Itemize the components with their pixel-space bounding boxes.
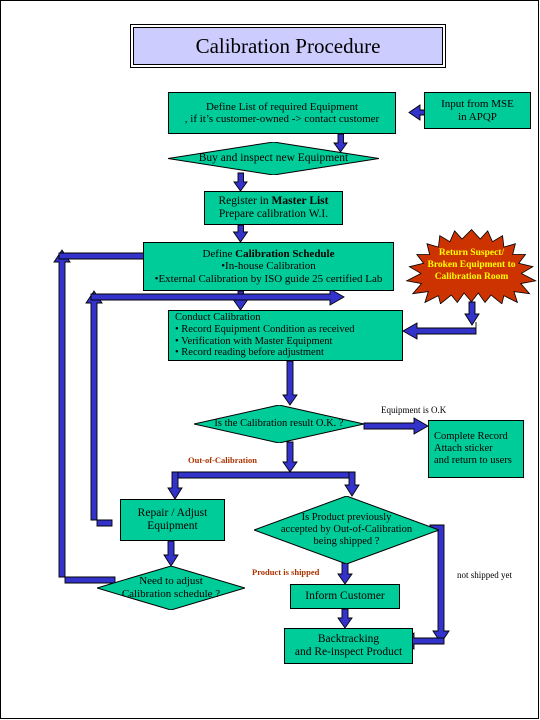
node-inform-customer[interactable]: Inform Customer [290, 584, 400, 609]
node-repair-line-0: Repair / Adjust [137, 507, 208, 520]
node-conduct-line-3: • Record reading before adjustment [175, 347, 324, 359]
node-decision-line-0: Is the Calibration result O.K. ? [214, 418, 344, 430]
flowchart-canvas: left into Define List --> [0, 0, 540, 720]
arrow-repair-to-conduct [85, 290, 113, 527]
node-define-list-line-1: , if it’s customer-owned -> contact cust… [184, 113, 380, 125]
edge-label-out-of-calibration: Out-of-Calibration [188, 455, 257, 465]
node-complete-line-2: and return to users [434, 454, 512, 466]
edge-label-not-shipped-yet: not shipped yet [457, 570, 512, 580]
node-schedule-line-2: •External Calibration by ISO guide 25 ce… [154, 272, 383, 285]
arrow-decision-down-ooc [282, 441, 298, 473]
node-schedule-line-1: •In-house Calibration [221, 260, 316, 273]
node-complete-line-0: Complete Record [434, 431, 508, 443]
node-conduct-line-1: • Record Equipment Condition as received [175, 323, 355, 335]
node-product-previously-shipped[interactable]: Is Product previously accepted by Out-of… [254, 496, 439, 564]
node-register-master-list[interactable]: Register in Master List Prepare calibrat… [204, 191, 343, 225]
node-define-list-line-0: Define List of required Equipment [205, 100, 359, 113]
node-return-suspect-equipment[interactable]: Return Suspect/ Broken Equipment to Cali… [404, 228, 539, 304]
arrow-conduct-to-decision [282, 360, 298, 406]
node-complete-line-1: Attach sticker [434, 443, 493, 455]
node-repair-adjust[interactable]: Repair / Adjust Equipment [120, 499, 225, 541]
arrow-decision-to-complete [363, 417, 429, 435]
node-burst-line-1: Broken Equipment to [427, 260, 516, 271]
node-need-adjust-text: Need to adjust Calibration schedule ? [97, 566, 245, 610]
arrow-repair-bus-top [90, 288, 345, 306]
page-title: Calibration Procedure [130, 24, 446, 68]
arrow-productdiamond-to-inform [337, 562, 353, 585]
node-input-mse-line-0: Input from MSE [441, 98, 514, 111]
node-product-line-1: accepted by Out-of-Calibration [280, 524, 413, 536]
node-product-line-0: Is Product previously [301, 512, 392, 524]
node-input-mse[interactable]: Input from MSE in APQP [424, 92, 531, 129]
node-product-line-2: being shipped ? [313, 535, 380, 547]
node-repair-line-1: Equipment [147, 520, 198, 532]
node-need-line-0: Need to adjust [139, 575, 203, 588]
node-define-calibration-schedule[interactable]: Define Calibration Schedule •In-house Ca… [143, 242, 394, 291]
node-burst-line-0: Return Suspect/ [438, 248, 505, 259]
arrow-buy-to-register [233, 172, 248, 192]
node-schedule-line-0: Define Calibration Schedule [202, 248, 335, 261]
edge-label-equipment-ok: Equipment is O.K [381, 405, 447, 415]
arrow-burst-left-to-conduct [402, 322, 477, 340]
node-decision-calibration-ok[interactable]: Is the Calibration result O.K. ? [194, 405, 364, 443]
node-need-line-1: Calibration schedule ? [121, 588, 221, 600]
node-conduct-line-0: Conduct Calibration [175, 312, 261, 323]
arrow-register-to-schedule [232, 224, 249, 243]
page-title-label: Calibration Procedure [195, 33, 381, 58]
node-return-suspect-text: Return Suspect/ Broken Equipment to Cali… [404, 228, 539, 304]
node-buy-inspect-text: Buy and inspect new Equipment [168, 142, 379, 175]
node-buy-line-0: Buy and inspect new Equipment [198, 151, 349, 164]
node-backtracking-line-1: and Re-inspect Product [294, 646, 403, 658]
node-register-line-0: Register in Master List [218, 195, 329, 208]
node-need-adjust-schedule[interactable]: Need to adjust Calibration schedule ? [97, 566, 245, 610]
node-inform-line-0: Inform Customer [305, 590, 385, 603]
node-burst-line-2: Calibration Room [434, 271, 509, 282]
node-decision-calibration-ok-text: Is the Calibration result O.K. ? [194, 405, 364, 443]
arrow-ooc-bus [172, 471, 356, 479]
edge-label-product-is-shipped: Product is shipped [252, 567, 320, 577]
node-backtracking-line-0: Backtracking [317, 633, 380, 646]
node-conduct-calibration[interactable]: Conduct Calibration • Record Equipment C… [168, 310, 403, 361]
node-buy-inspect-equipment[interactable]: Buy and inspect new Equipment [168, 142, 379, 175]
arrow-inform-to-backtracking [337, 608, 353, 629]
node-complete-record[interactable]: Complete Record Attach sticker and retur… [428, 420, 524, 478]
node-register-line-1: Prepare calibration W.I. [218, 208, 329, 220]
arrow-repair-to-need [163, 540, 179, 567]
arrow-burst-to-conduct [464, 301, 480, 326]
node-backtracking[interactable]: Backtracking and Re-inspect Product [284, 628, 413, 664]
node-input-mse-line-1: in APQP [458, 110, 497, 123]
node-conduct-line-2: • Verification with Master Equipment [175, 335, 333, 347]
node-define-list[interactable]: Define List of required Equipment , if i… [168, 92, 396, 134]
node-product-shipped-text: Is Product previously accepted by Out-of… [254, 496, 439, 564]
